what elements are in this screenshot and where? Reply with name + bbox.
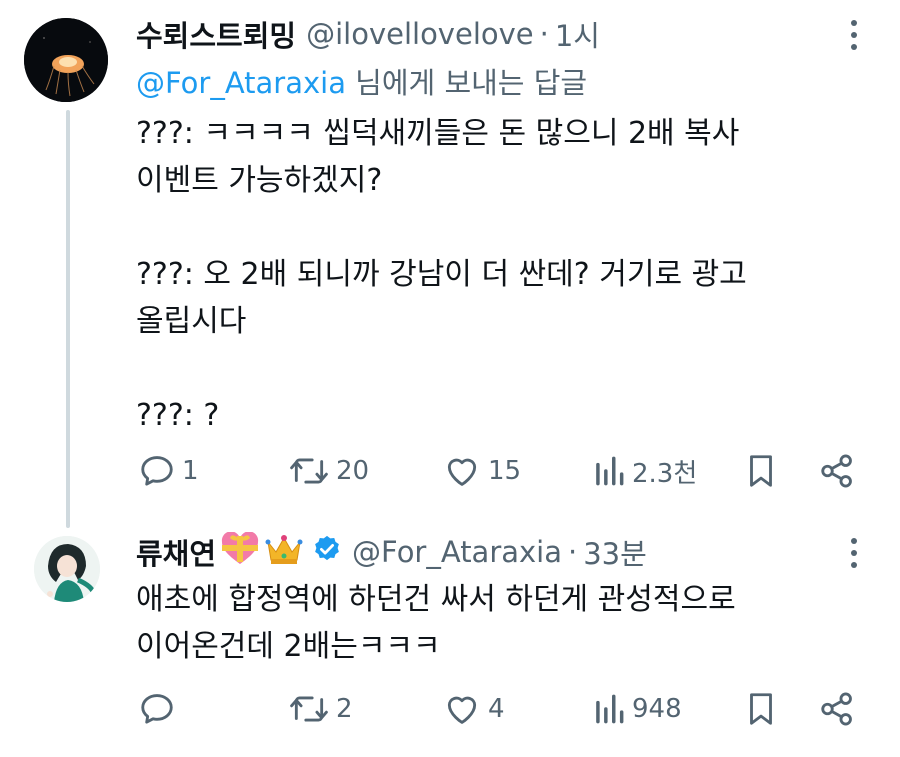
timestamp[interactable]: 1시 — [555, 13, 600, 55]
bookmark-icon — [750, 455, 772, 487]
verified-icon — [312, 534, 342, 571]
retweet-button[interactable]: 20 — [288, 452, 369, 490]
reply-icon — [141, 456, 173, 486]
views-button[interactable]: 2.3천 — [592, 452, 697, 490]
like-count: 4 — [488, 694, 505, 724]
heart-gift-emoji — [220, 530, 260, 573]
anime-avatar-image — [34, 536, 100, 602]
share-icon — [821, 454, 852, 488]
tweet-text: ???: ㅋㅋㅋㅋ 씹덕새끼들은 돈 많으니 2배 복사 이벤트 가능하겠지? … — [136, 116, 747, 433]
like-icon — [447, 696, 477, 724]
thread-connector-line — [66, 110, 70, 528]
replying-mention-link[interactable]: @For_Ataraxia — [136, 66, 346, 100]
display-name[interactable]: 수뢰스트뢰밍 — [136, 13, 296, 55]
bookmark-button[interactable] — [744, 452, 778, 490]
bookmark-button[interactable] — [744, 690, 778, 728]
views-icon — [596, 456, 624, 486]
tweet-text: 애초에 합정역에 하던건 싸서 하던게 관성적으로 이어온건데 2배는ㅋㅋㅋ — [136, 582, 736, 664]
retweet-count: 20 — [336, 456, 370, 486]
like-icon — [447, 458, 477, 486]
user-handle[interactable]: @ilovellovelove — [306, 17, 534, 51]
avatar-tweet1[interactable] — [24, 18, 108, 102]
retweet-button[interactable]: 2 — [288, 690, 353, 728]
avatar-tweet2[interactable] — [34, 536, 100, 602]
separator-dot: · — [539, 17, 549, 51]
retweet-icon — [290, 696, 328, 722]
reply-count: 1 — [182, 456, 199, 486]
share-icon — [821, 692, 852, 726]
display-name[interactable]: 류채연 — [136, 531, 216, 573]
bookmark-icon — [750, 693, 772, 725]
separator-dot: · — [568, 535, 578, 569]
reply-icon — [141, 694, 173, 724]
tweet1-header: 수뢰스트뢰밍 @ilovellovelove · 1시 — [136, 12, 600, 56]
like-count: 15 — [488, 456, 522, 486]
reply-button[interactable] — [138, 690, 182, 728]
user-handle[interactable]: @For_Ataraxia — [352, 535, 562, 569]
retweet-count: 2 — [336, 694, 353, 724]
crown-emoji — [264, 532, 304, 573]
views-icon — [596, 694, 624, 724]
share-button[interactable] — [818, 452, 856, 490]
jellyfish-avatar-image — [24, 18, 108, 102]
views-count: 2.3천 — [632, 458, 698, 489]
like-button[interactable]: 4 — [442, 690, 505, 728]
tweet2-header: 류채연 @For_Ataraxia · 33분 — [136, 530, 647, 574]
more-icon[interactable] — [851, 538, 859, 568]
replying-suffix: 님에게 보내는 답글 — [345, 66, 588, 100]
more-icon[interactable] — [851, 20, 859, 50]
share-button[interactable] — [818, 690, 856, 728]
reply-button[interactable]: 1 — [138, 452, 199, 490]
replying-to: @For_Ataraxia 님에게 보내는 답글 — [136, 60, 587, 102]
timestamp[interactable]: 33분 — [583, 531, 647, 573]
views-count: 948 — [632, 694, 682, 724]
like-button[interactable]: 15 — [442, 452, 521, 490]
views-button[interactable]: 948 — [592, 690, 682, 728]
retweet-icon — [290, 458, 328, 484]
